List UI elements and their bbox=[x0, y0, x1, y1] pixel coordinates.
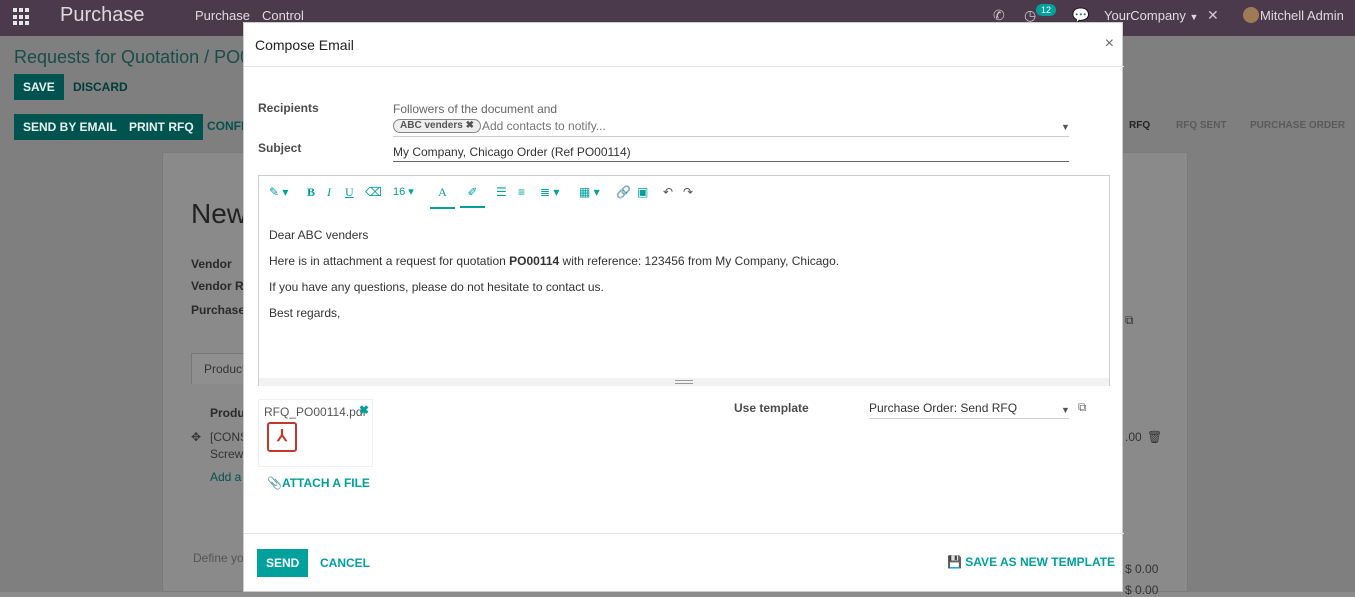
record-title: New bbox=[191, 198, 248, 229]
style-wand-icon[interactable]: ✎ ▾ bbox=[269, 185, 288, 199]
menu-purchase[interactable]: Purchase bbox=[195, 8, 250, 23]
subject-label: Subject bbox=[258, 141, 302, 155]
activity-count-badge: 12 bbox=[1036, 4, 1057, 16]
recipients-field[interactable]: ABC venders ✖ ▼ bbox=[393, 117, 1070, 137]
close-icon[interactable]: × bbox=[1105, 35, 1114, 53]
table-dropdown-icon[interactable]: ▦ ▾ bbox=[579, 185, 600, 199]
vendor-reference-label: Vendor Re bbox=[191, 279, 251, 293]
user-menu[interactable]: Mitchell Admin bbox=[1260, 8, 1344, 23]
company-name: YourCompany bbox=[1104, 8, 1186, 23]
apps-menu-icon[interactable] bbox=[13, 8, 31, 26]
external-link-icon[interactable]: ⧉ bbox=[1125, 313, 1134, 328]
app-name: Purchase bbox=[60, 4, 145, 26]
print-rfq-button[interactable]: PRINT RFQ bbox=[120, 114, 203, 140]
purchase-label: Purchase bbox=[191, 303, 246, 317]
cancel-button[interactable]: CANCEL bbox=[320, 556, 370, 570]
send-button[interactable]: SEND bbox=[257, 549, 309, 577]
body-line-3: Best regards, bbox=[269, 306, 341, 320]
status-rfq: RFQ bbox=[1129, 120, 1151, 131]
trash-icon[interactable]: 🗑 bbox=[1147, 430, 1162, 444]
recipient-tag[interactable]: ABC venders ✖ bbox=[393, 119, 481, 133]
add-line-link[interactable]: Add a bbox=[210, 470, 241, 484]
redo-icon[interactable]: ↷ bbox=[683, 185, 693, 199]
align-dropdown-icon[interactable]: ≣ ▾ bbox=[540, 185, 559, 199]
italic-icon[interactable]: I bbox=[327, 185, 331, 200]
template-select[interactable]: Purchase Order: Send RFQ ▼ bbox=[869, 401, 1070, 419]
pdf-file-icon: ⅄ bbox=[267, 422, 297, 452]
attach-file-button[interactable]: 📎ATTACH A FILE bbox=[267, 476, 370, 490]
font-size-value: 16 bbox=[393, 186, 406, 198]
remove-attachment-icon[interactable]: ✖ bbox=[359, 403, 369, 417]
save-as-template-label: SAVE AS NEW TEMPLATE bbox=[965, 555, 1116, 569]
line-description[interactable]: Screw bbox=[210, 447, 243, 461]
tax-total: $ 0.00 bbox=[1125, 583, 1159, 597]
avatar[interactable] bbox=[1243, 7, 1259, 23]
send-by-email-button[interactable]: SEND BY EMAIL bbox=[14, 114, 126, 140]
attachment-name: RFQ_PO00114.pdf bbox=[264, 405, 366, 419]
floppy-disk-icon: 💾 bbox=[947, 555, 966, 569]
dialog-title: Compose Email bbox=[255, 37, 354, 53]
discard-button[interactable]: DISCARD bbox=[73, 80, 128, 94]
product-column-header: Produ bbox=[210, 406, 245, 420]
recipients-input[interactable] bbox=[482, 119, 1042, 133]
font-size-dropdown[interactable]: 16 ▾ bbox=[393, 185, 414, 198]
underline-icon[interactable]: U bbox=[345, 185, 354, 200]
po-reference: PO00114 bbox=[509, 254, 560, 268]
email-body-editor[interactable]: ✎ ▾ B I U ⌫ 16 ▾ A ✐ ☰ ≡ ≣ ▾ ▦ ▾ 🔗 ▣ ↶ ↷… bbox=[258, 175, 1110, 386]
undo-icon[interactable]: ↶ bbox=[663, 185, 673, 199]
dialog-header: Compose Email × bbox=[244, 23, 1124, 67]
editor-toolbar: ✎ ▾ B I U ⌫ 16 ▾ A ✐ ☰ ≡ ≣ ▾ ▦ ▾ 🔗 ▣ ↶ ↷ bbox=[259, 176, 1109, 212]
line-amount: .00 bbox=[1125, 430, 1142, 444]
font-color-icon[interactable]: A bbox=[430, 185, 455, 209]
image-icon[interactable]: ▣ bbox=[637, 185, 648, 199]
drag-handle-icon[interactable]: ✥ bbox=[191, 430, 201, 444]
confirm-button[interactable]: CONFI bbox=[207, 119, 244, 133]
dialog-footer: SEND CANCEL 💾 SAVE AS NEW TEMPLATE bbox=[244, 533, 1124, 593]
attach-file-label: ATTACH A FILE bbox=[281, 476, 370, 490]
editor-resize-handle[interactable] bbox=[259, 378, 1109, 386]
attachment-card[interactable]: RFQ_PO00114.pdf ✖ ⅄ bbox=[258, 399, 373, 467]
body-line-1: Here is in attachment a request for quot… bbox=[269, 248, 839, 274]
recipient-tag-label: ABC venders bbox=[400, 120, 463, 131]
use-template-label: Use template bbox=[734, 401, 809, 415]
template-value: Purchase Order: Send RFQ bbox=[869, 401, 1018, 415]
remove-tag-icon[interactable]: ✖ bbox=[466, 120, 474, 131]
untaxed-total: $ 0.00 bbox=[1125, 562, 1159, 576]
save-as-template-button[interactable]: 💾 SAVE AS NEW TEMPLATE bbox=[947, 555, 1115, 569]
eraser-icon[interactable]: ⌫ bbox=[365, 185, 382, 199]
bold-icon[interactable]: B bbox=[307, 185, 315, 200]
company-switcher[interactable]: YourCompany ▼ bbox=[1104, 8, 1198, 23]
body-line-2: If you have any questions, please do not… bbox=[269, 280, 604, 294]
chevron-down-icon[interactable]: ▼ bbox=[1061, 122, 1070, 132]
status-rfq-sent: RFQ SENT bbox=[1176, 120, 1227, 131]
highlight-brush-icon[interactable]: ✐ bbox=[460, 185, 485, 208]
paperclip-icon: 📎 bbox=[267, 476, 282, 490]
compose-email-dialog: Compose Email × Recipients Followers of … bbox=[243, 22, 1124, 593]
numbered-list-icon[interactable]: ≡ bbox=[518, 185, 525, 199]
body-line-1-end: with reference: 123456 from My Company, … bbox=[559, 254, 840, 268]
debug-tools-icon[interactable]: ✕ bbox=[1207, 7, 1219, 24]
body-line-1-start: Here is in attachment a request for quot… bbox=[269, 254, 510, 268]
bullet-list-icon[interactable]: ☰ bbox=[496, 185, 507, 199]
recipients-note: Followers of the document and bbox=[393, 102, 558, 116]
menu-control[interactable]: Control bbox=[262, 8, 304, 23]
chevron-down-icon: ▼ bbox=[1189, 12, 1199, 22]
link-icon[interactable]: 🔗 bbox=[616, 185, 631, 199]
recipients-label: Recipients bbox=[258, 101, 319, 115]
breadcrumb[interactable]: Requests for Quotation / PO001 bbox=[14, 47, 270, 68]
grip-icon bbox=[675, 380, 693, 384]
vendor-label: Vendor bbox=[191, 257, 232, 271]
chevron-down-icon: ▼ bbox=[1061, 405, 1070, 415]
status-purchase-order: PURCHASE ORDER bbox=[1250, 120, 1346, 131]
terms-placeholder[interactable]: Define yo bbox=[193, 551, 244, 565]
subject-input[interactable] bbox=[393, 142, 1069, 162]
greeting-line: Dear ABC venders bbox=[269, 228, 369, 242]
save-button[interactable]: SAVE bbox=[14, 74, 64, 100]
external-link-icon[interactable]: ⧉ bbox=[1078, 400, 1087, 415]
email-body[interactable]: Dear ABC venders Here is in attachment a… bbox=[269, 222, 839, 326]
